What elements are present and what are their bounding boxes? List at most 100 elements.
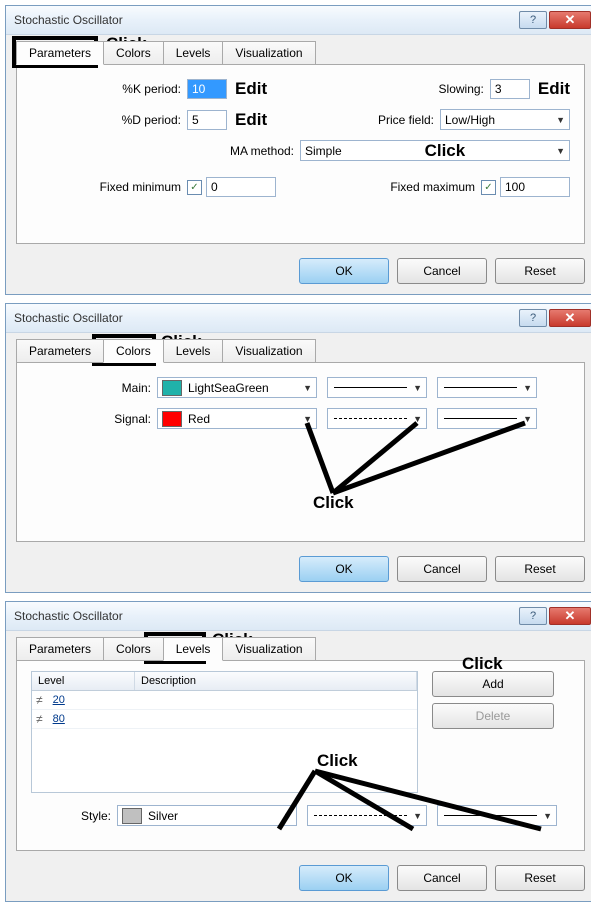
close-button[interactable]: ✕ — [549, 11, 591, 29]
tabstrip: Parameters Colors Levels Visualization — [6, 333, 591, 363]
label-k-period: %K period: — [31, 82, 187, 96]
title-text: Stochastic Oscillator — [14, 609, 517, 623]
checkbox-fixed-max[interactable]: ✓ — [481, 180, 496, 195]
signal-color-text: Red — [188, 412, 210, 426]
chevron-down-icon: ▼ — [413, 414, 422, 424]
dialog-parameters: Stochastic Oscillator ? ✕ Parameters Col… — [5, 5, 591, 295]
label-fixed-min: Fixed minimum — [31, 180, 187, 194]
label-style: Style: — [31, 809, 117, 823]
delete-button[interactable]: Delete — [432, 703, 554, 729]
close-button[interactable]: ✕ — [549, 309, 591, 327]
select-main-linewidth[interactable]: ▼ — [437, 377, 537, 398]
title-text: Stochastic Oscillator — [14, 311, 517, 325]
label-main: Main: — [31, 381, 157, 395]
annot-edit-d: Edit — [235, 110, 267, 130]
input-fixed-max[interactable] — [500, 177, 570, 197]
level-row[interactable]: ≠ 80 — [32, 710, 417, 729]
line-sample-width — [444, 418, 517, 419]
select-signal-linewidth[interactable]: ▼ — [437, 408, 537, 429]
cancel-button[interactable]: Cancel — [397, 258, 487, 284]
select-signal-linestyle[interactable]: ▼ — [327, 408, 427, 429]
reset-button[interactable]: Reset — [495, 556, 585, 582]
select-main-linestyle[interactable]: ▼ — [327, 377, 427, 398]
chevron-down-icon: ▼ — [303, 414, 312, 424]
close-button[interactable]: ✕ — [549, 607, 591, 625]
input-d-period[interactable] — [187, 110, 227, 130]
line-sample-solid — [334, 387, 407, 388]
chevron-down-icon: ▼ — [283, 811, 292, 821]
header-level: Level — [32, 672, 135, 690]
line-sample-width — [444, 387, 517, 388]
button-row: OK Cancel Reset — [6, 550, 591, 592]
label-price-field: Price field: — [364, 113, 440, 127]
cancel-button[interactable]: Cancel — [397, 865, 487, 891]
annot-edit-slowing: Edit — [538, 79, 570, 99]
level-row[interactable]: ≠ 20 — [32, 691, 417, 710]
reset-button[interactable]: Reset — [495, 258, 585, 284]
swatch-signal — [162, 411, 182, 427]
tabstrip: Parameters Colors Levels Visualization — [6, 631, 591, 661]
chevron-down-icon: ▼ — [523, 383, 532, 393]
tab-levels[interactable]: Levels — [163, 339, 224, 363]
add-button[interactable]: Add — [432, 671, 554, 697]
select-style-linewidth[interactable]: ▼ — [437, 805, 557, 826]
help-button[interactable]: ? — [519, 309, 547, 327]
annot-click-colors-body: Click — [313, 493, 354, 513]
swatch-style — [122, 808, 142, 824]
select-style-color[interactable]: Silver ▼ — [117, 805, 297, 826]
annot-edit-k: Edit — [235, 79, 267, 99]
titlebar: Stochastic Oscillator ? ✕ — [6, 304, 591, 333]
titlebar: Stochastic Oscillator ? ✕ — [6, 602, 591, 631]
tabpanel-parameters: %K period: Edit Slowing: Edit %D period:… — [16, 64, 585, 244]
tab-visualization[interactable]: Visualization — [222, 41, 315, 65]
style-color-text: Silver — [148, 809, 178, 823]
levels-header: Level Description — [32, 672, 417, 691]
select-style-linestyle[interactable]: ▼ — [307, 805, 427, 826]
ok-button[interactable]: OK — [299, 258, 389, 284]
select-price-field[interactable]: Low/High ▼ — [440, 109, 570, 130]
select-ma-method[interactable]: Simple Click ▼ — [300, 140, 570, 161]
tab-levels[interactable]: Levels — [163, 41, 224, 65]
chevron-down-icon: ▼ — [543, 811, 552, 821]
tab-colors[interactable]: Colors — [103, 339, 164, 363]
reset-button[interactable]: Reset — [495, 865, 585, 891]
label-fixed-max: Fixed maximum — [365, 180, 481, 194]
ok-button[interactable]: OK — [299, 865, 389, 891]
input-slowing[interactable] — [490, 79, 530, 99]
tab-parameters[interactable]: Parameters — [16, 41, 104, 65]
checkbox-fixed-min[interactable]: ✓ — [187, 180, 202, 195]
tab-colors[interactable]: Colors — [103, 637, 164, 661]
tab-visualization[interactable]: Visualization — [222, 339, 315, 363]
tabpanel-levels: Level Description ≠ 20 ≠ 80 Add Delete S… — [16, 660, 585, 851]
titlebar: Stochastic Oscillator ? ✕ — [6, 6, 591, 35]
label-slowing: Slowing: — [414, 82, 490, 96]
levels-table[interactable]: Level Description ≠ 20 ≠ 80 — [31, 671, 418, 793]
select-main-color[interactable]: LightSeaGreen ▼ — [157, 377, 317, 398]
swatch-main — [162, 380, 182, 396]
strikethrough-icon: ≠ — [32, 693, 47, 707]
cancel-button[interactable]: Cancel — [397, 556, 487, 582]
help-button[interactable]: ? — [519, 607, 547, 625]
ok-button[interactable]: OK — [299, 556, 389, 582]
tab-levels[interactable]: Levels — [163, 637, 224, 661]
chevron-down-icon: ▼ — [556, 115, 565, 125]
level-value: 80 — [47, 713, 71, 725]
button-row: OK Cancel Reset — [6, 252, 591, 294]
label-signal: Signal: — [31, 412, 157, 426]
select-signal-color[interactable]: Red ▼ — [157, 408, 317, 429]
strikethrough-icon: ≠ — [32, 712, 47, 726]
tab-visualization[interactable]: Visualization — [222, 637, 315, 661]
chevron-down-icon: ▼ — [413, 811, 422, 821]
help-button[interactable]: ? — [519, 11, 547, 29]
tab-parameters[interactable]: Parameters — [16, 339, 104, 363]
chevron-down-icon: ▼ — [303, 383, 312, 393]
title-text: Stochastic Oscillator — [14, 13, 517, 27]
dialog-levels: Stochastic Oscillator ? ✕ Parameters Col… — [5, 601, 591, 902]
tab-colors[interactable]: Colors — [103, 41, 164, 65]
input-fixed-min[interactable] — [206, 177, 276, 197]
tab-parameters[interactable]: Parameters — [16, 637, 104, 661]
dialog-colors: Stochastic Oscillator ? ✕ Parameters Col… — [5, 303, 591, 593]
input-k-period[interactable] — [187, 79, 227, 99]
level-value: 20 — [47, 694, 71, 706]
line-sample-dashed — [314, 815, 407, 816]
